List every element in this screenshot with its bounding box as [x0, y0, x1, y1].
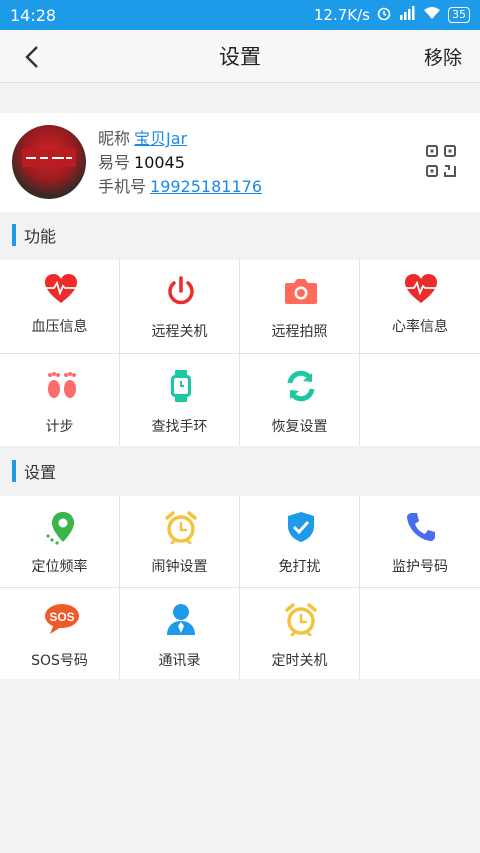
- function-remote-photo[interactable]: 远程拍照: [240, 260, 360, 353]
- empty-cell: [360, 354, 480, 446]
- setting-alarm[interactable]: 闹钟设置: [120, 496, 240, 587]
- function-restore-settings[interactable]: 恢复设置: [240, 354, 360, 446]
- functions-section-title: 功能: [24, 227, 57, 246]
- avatar[interactable]: [12, 125, 86, 199]
- function-blood-pressure[interactable]: 血压信息: [0, 260, 120, 353]
- avatar-banner: [22, 149, 76, 167]
- setting-label: 通讯录: [158, 653, 201, 669]
- battery-indicator: 35: [448, 7, 470, 23]
- svg-text:SOS: SOS: [49, 610, 74, 624]
- id-value: 10045: [134, 153, 185, 172]
- nickname-label: 昵称: [98, 129, 131, 148]
- function-label: 心率信息: [392, 319, 448, 335]
- nickname-row: 昵称 宝贝Jar: [98, 127, 262, 151]
- function-label: 远程拍照: [271, 324, 328, 340]
- phone-row: 手机号 19925181176: [98, 175, 262, 199]
- watch-icon: [164, 369, 198, 403]
- setting-scheduled-shutdown[interactable]: 定时关机: [240, 588, 360, 679]
- setting-do-not-disturb[interactable]: 免打扰: [240, 496, 360, 587]
- setting-label: 闹钟设置: [151, 559, 208, 575]
- network-speed: 12.7K/s: [313, 6, 370, 24]
- settings-section-header: 设置: [0, 448, 480, 494]
- location-pin-icon: [44, 510, 78, 545]
- alarm-status-icon: [376, 5, 392, 25]
- contact-person-icon: [164, 602, 198, 636]
- setting-contacts[interactable]: 通讯录: [120, 588, 240, 679]
- setting-sos-number[interactable]: SOS SOS号码: [0, 588, 120, 679]
- remove-button[interactable]: 移除: [424, 43, 462, 70]
- profile-info: 昵称 宝贝Jar 易号 10045 手机号 19925181176: [98, 127, 262, 199]
- function-step-count[interactable]: 计步: [0, 354, 120, 446]
- shield-check-icon: [284, 510, 318, 544]
- function-remote-shutdown[interactable]: 远程关机: [120, 260, 240, 353]
- power-icon: [164, 275, 198, 309]
- sos-icon: SOS: [44, 602, 79, 636]
- functions-section-header: 功能: [0, 212, 480, 258]
- back-button[interactable]: [18, 42, 48, 72]
- setting-label: 定位频率: [31, 559, 88, 575]
- refresh-icon: [284, 369, 318, 403]
- setting-label: 定时关机: [271, 653, 328, 669]
- function-label: 查找手环: [151, 419, 208, 435]
- empty-cell: [360, 588, 480, 679]
- setting-label: 免打扰: [278, 559, 321, 575]
- qr-code-button[interactable]: [426, 145, 456, 177]
- phone-label: 手机号: [98, 177, 147, 196]
- phone-link[interactable]: 19925181176: [150, 175, 262, 199]
- settings-section-title: 设置: [24, 463, 57, 482]
- alarm-clock-icon: [164, 510, 198, 545]
- section-accent-bar: [12, 224, 16, 246]
- settings-grid: 定位频率 闹钟设置 免打扰 监护号码 SOS SOS号码 通讯录 定时关机: [0, 496, 480, 679]
- function-label: 恢复设置: [271, 419, 328, 435]
- section-accent-bar: [12, 460, 16, 482]
- setting-guardian-number[interactable]: 监护号码: [360, 496, 480, 587]
- alarm-clock-icon: [284, 602, 318, 637]
- function-find-band[interactable]: 查找手环: [120, 354, 240, 446]
- function-label: 远程关机: [151, 324, 208, 340]
- camera-icon: [284, 276, 318, 310]
- setting-location-frequency[interactable]: 定位频率: [0, 496, 120, 587]
- status-bar: 14:28 12.7K/s 35: [0, 0, 480, 30]
- signal-icon: [398, 6, 416, 24]
- status-icons: 12.7K/s 35: [314, 5, 470, 25]
- id-row: 易号 10045: [98, 151, 262, 175]
- heart-pulse-icon: [404, 273, 438, 307]
- footprints-icon: [44, 369, 78, 403]
- device-profile-card: 昵称 宝贝Jar 易号 10045 手机号 19925181176: [0, 113, 480, 212]
- id-label: 易号: [98, 153, 131, 172]
- functions-grid: 血压信息 远程关机 远程拍照 心率信息 计步 查找手环 恢复设置: [0, 260, 480, 446]
- wifi-icon: [422, 6, 442, 24]
- chevron-left-icon: [25, 46, 38, 68]
- heart-pulse-icon: [44, 273, 78, 307]
- qr-code-icon: [426, 145, 456, 177]
- function-label: 血压信息: [31, 319, 88, 335]
- top-bar: 设置 移除: [0, 30, 480, 83]
- setting-label: 监护号码: [392, 559, 448, 575]
- page-title: 设置: [219, 45, 261, 69]
- function-label: 计步: [45, 419, 74, 435]
- phone-icon: [404, 510, 438, 544]
- function-heart-rate[interactable]: 心率信息: [360, 260, 480, 353]
- nickname-link[interactable]: 宝贝Jar: [134, 127, 187, 151]
- status-time: 14:28: [10, 5, 57, 25]
- setting-label: SOS号码: [31, 653, 88, 669]
